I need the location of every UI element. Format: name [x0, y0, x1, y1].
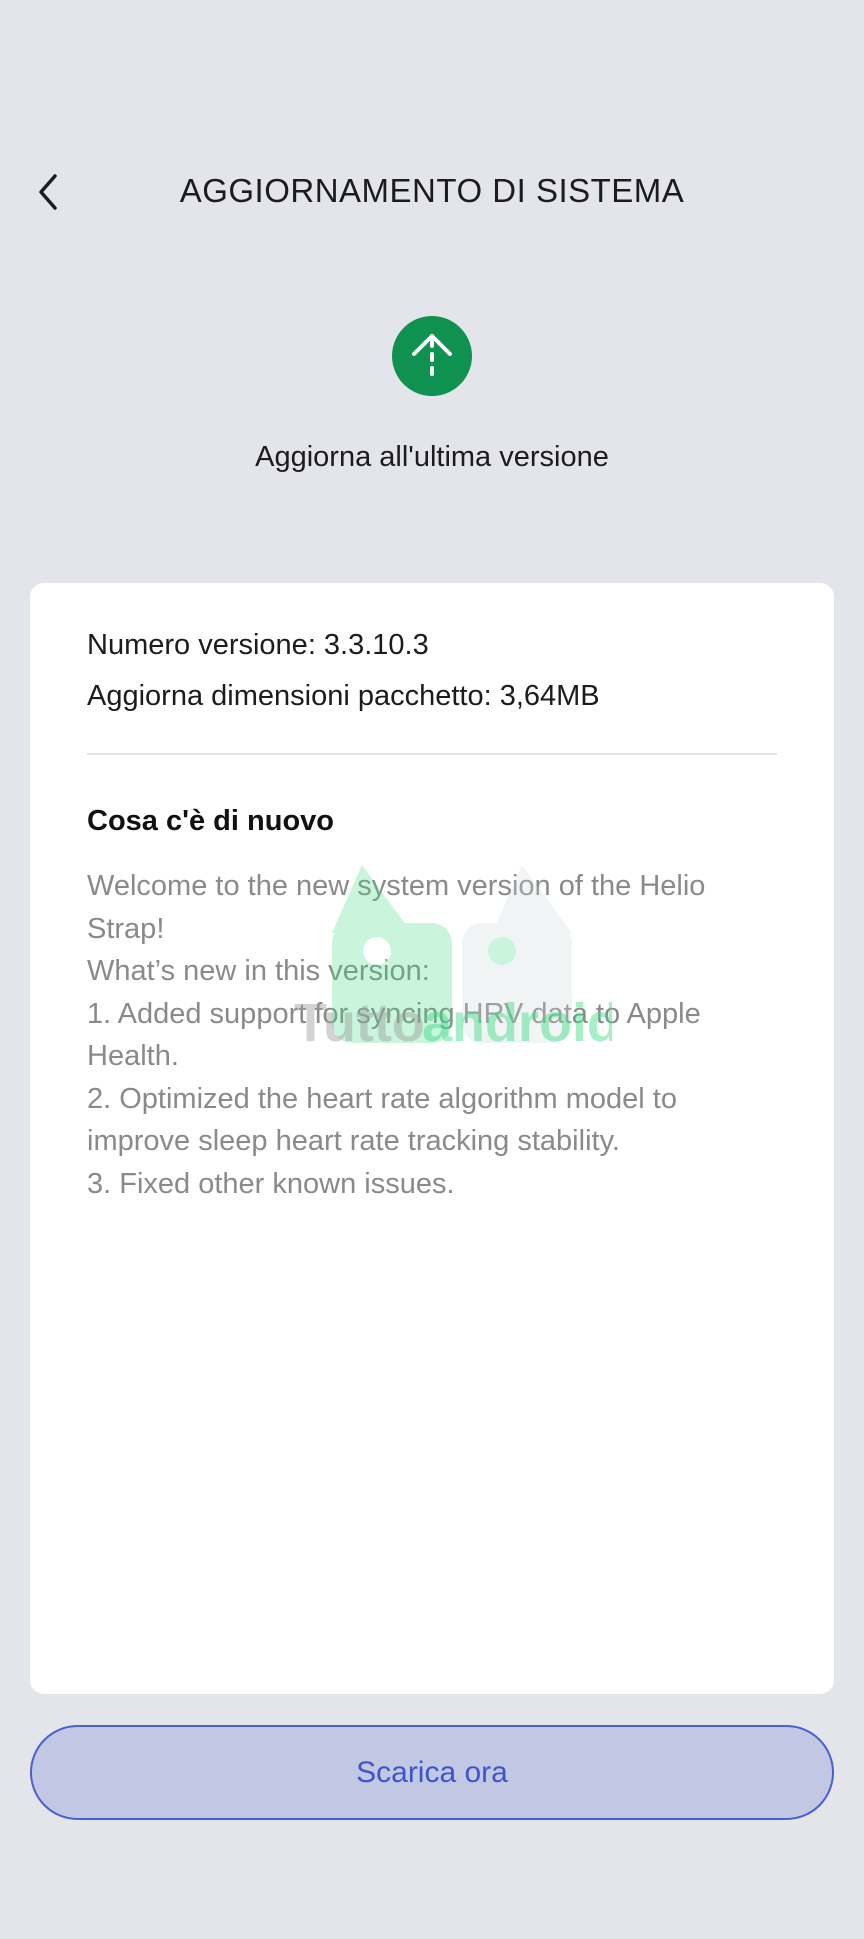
release-note-line: Welcome to the new system version of the… — [87, 870, 706, 902]
whats-new-title: Cosa c'è di nuovo — [87, 805, 334, 837]
release-note-line: What’s new in this version: — [87, 955, 430, 987]
release-note-line: 2. Optimized the heart rate algorithm mo… — [87, 1082, 677, 1115]
upload-arrow-icon — [392, 316, 472, 396]
release-notes: Welcome to the new system version of the… — [87, 865, 787, 1205]
update-info-card: Numero versione: 3.3.10.3 Aggiorna dimen… — [30, 583, 834, 1694]
release-note-line: 1. Added support for syncing HRV data to… — [87, 997, 701, 1030]
download-now-button[interactable]: Scarica ora — [30, 1725, 834, 1820]
version-number: Numero versione: 3.3.10.3 — [87, 629, 429, 661]
header: AGGIORNAMENTO DI SISTEMA — [0, 150, 864, 234]
divider — [87, 753, 777, 755]
update-screen: AGGIORNAMENTO DI SISTEMA Aggiorna all'ul… — [0, 0, 864, 1939]
release-note-line: 3. Fixed other known issues. — [87, 1167, 455, 1200]
release-note-line: improve sleep heart rate tracking stabil… — [87, 1125, 620, 1157]
release-note-line: Strap! — [87, 912, 165, 945]
page-title: AGGIORNAMENTO DI SISTEMA — [179, 172, 685, 209]
package-size: Aggiorna dimensioni pacchetto: 3,64MB — [87, 680, 600, 712]
release-note-line: Health. — [87, 1040, 179, 1072]
update-subtitle: Aggiorna all'ultima versione — [255, 441, 609, 473]
